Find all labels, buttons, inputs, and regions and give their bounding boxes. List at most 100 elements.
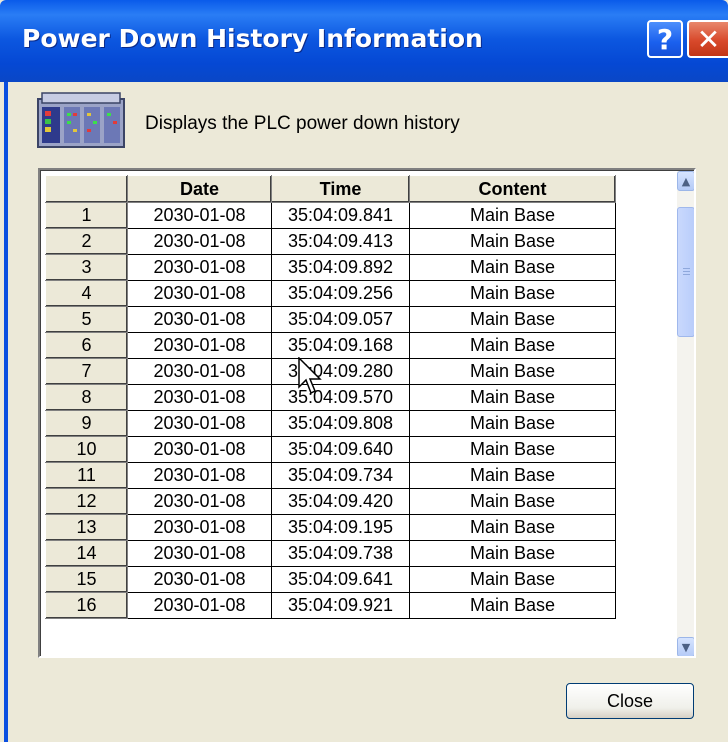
table-row[interactable]: 14 2030-01-08 35:04:09.738 Main Base <box>45 540 616 567</box>
table-row[interactable]: 2 2030-01-08 35:04:09.413 Main Base <box>45 228 616 255</box>
date-cell[interactable]: 2030-01-08 <box>127 228 272 255</box>
table-row[interactable]: 1 2030-01-08 35:04:09.841 Main Base <box>45 202 616 229</box>
time-cell[interactable]: 35:04:09.892 <box>271 254 410 281</box>
time-cell[interactable]: 35:04:09.168 <box>271 332 410 359</box>
content-cell[interactable]: Main Base <box>409 514 616 541</box>
content-cell[interactable]: Main Base <box>409 592 616 619</box>
mouse-pointer-icon <box>298 357 322 395</box>
time-cell[interactable]: 35:04:09.057 <box>271 306 410 333</box>
date-cell[interactable]: 2030-01-08 <box>127 384 272 411</box>
column-header-time[interactable]: Time <box>271 175 410 203</box>
row-index[interactable]: 7 <box>45 358 128 385</box>
date-cell[interactable]: 2030-01-08 <box>127 514 272 541</box>
row-index[interactable]: 9 <box>45 410 128 437</box>
history-table: Date Time Content 1 2030-01-08 35:04:09.84… <box>45 175 616 619</box>
table-row[interactable]: 9 2030-01-08 35:04:09.808 Main Base <box>45 410 616 437</box>
content-cell[interactable]: Main Base <box>409 384 616 411</box>
column-header-content[interactable]: Content <box>409 175 616 203</box>
content-cell[interactable]: Main Base <box>409 254 616 281</box>
time-cell[interactable]: 35:04:09.570 <box>271 384 410 411</box>
row-index[interactable]: 13 <box>45 514 128 541</box>
time-cell[interactable]: 35:04:09.808 <box>271 410 410 437</box>
close-window-button[interactable]: ✕ <box>687 20 728 58</box>
row-index[interactable]: 5 <box>45 306 128 333</box>
table-row[interactable]: 6 2030-01-08 35:04:09.168 Main Base <box>45 332 616 359</box>
help-button[interactable]: ? <box>647 20 683 58</box>
row-index[interactable]: 16 <box>45 592 128 619</box>
content-cell[interactable]: Main Base <box>409 436 616 463</box>
table-row[interactable]: 3 2030-01-08 35:04:09.892 Main Base <box>45 254 616 281</box>
row-index[interactable]: 8 <box>45 384 128 411</box>
date-cell[interactable]: 2030-01-08 <box>127 540 272 567</box>
time-cell[interactable]: 35:04:09.841 <box>271 202 410 229</box>
close-button[interactable]: Close <box>566 683 694 719</box>
content-cell[interactable]: Main Base <box>409 358 616 385</box>
time-cell[interactable]: 35:04:09.641 <box>271 566 410 593</box>
row-index[interactable]: 4 <box>45 280 128 307</box>
plc-rack-icon <box>37 92 125 148</box>
content-cell[interactable]: Main Base <box>409 228 616 255</box>
table-header-row: Date Time Content <box>45 175 616 203</box>
date-cell[interactable]: 2030-01-08 <box>127 436 272 463</box>
date-cell[interactable]: 2030-01-08 <box>127 592 272 619</box>
row-index[interactable]: 2 <box>45 228 128 255</box>
row-index[interactable]: 11 <box>45 462 128 489</box>
scroll-up-icon[interactable]: ▲ <box>677 171 694 191</box>
date-cell[interactable]: 2030-01-08 <box>127 462 272 489</box>
date-cell[interactable]: 2030-01-08 <box>127 566 272 593</box>
time-cell[interactable]: 35:04:09.420 <box>271 488 410 515</box>
date-cell[interactable]: 2030-01-08 <box>127 410 272 437</box>
time-cell[interactable]: 35:04:09.640 <box>271 436 410 463</box>
time-cell[interactable]: 35:04:09.738 <box>271 540 410 567</box>
table-row[interactable]: 5 2030-01-08 35:04:09.057 Main Base <box>45 306 616 333</box>
row-index[interactable]: 6 <box>45 332 128 359</box>
row-index[interactable]: 10 <box>45 436 128 463</box>
table-row[interactable]: 4 2030-01-08 35:04:09.256 Main Base <box>45 280 616 307</box>
scrollbar-thumb[interactable] <box>677 207 694 337</box>
table-row[interactable]: 11 2030-01-08 35:04:09.734 Main Base <box>45 462 616 489</box>
date-cell[interactable]: 2030-01-08 <box>127 306 272 333</box>
date-cell[interactable]: 2030-01-08 <box>127 202 272 229</box>
time-cell[interactable]: 35:04:09.280 <box>271 358 410 385</box>
table-row[interactable]: 7 2030-01-08 35:04:09.280 Main Base <box>45 358 616 385</box>
content-cell[interactable]: Main Base <box>409 566 616 593</box>
table-row[interactable]: 13 2030-01-08 35:04:09.195 Main Base <box>45 514 616 541</box>
scroll-down-icon[interactable]: ▼ <box>677 637 694 656</box>
time-cell[interactable]: 35:04:09.734 <box>271 462 410 489</box>
table-row[interactable]: 12 2030-01-08 35:04:09.420 Main Base <box>45 488 616 515</box>
history-grid[interactable]: Date Time Content 1 2030-01-08 35:04:09.84… <box>38 168 696 658</box>
table-row[interactable]: 10 2030-01-08 35:04:09.640 Main Base <box>45 436 616 463</box>
content-cell[interactable]: Main Base <box>409 306 616 333</box>
row-index[interactable]: 3 <box>45 254 128 281</box>
table-row[interactable]: 8 2030-01-08 35:04:09.570 Main Base <box>45 384 616 411</box>
time-cell[interactable]: 35:04:09.195 <box>271 514 410 541</box>
content-cell[interactable]: Main Base <box>409 202 616 229</box>
content-cell[interactable]: Main Base <box>409 280 616 307</box>
date-cell[interactable]: 2030-01-08 <box>127 254 272 281</box>
date-cell[interactable]: 2030-01-08 <box>127 332 272 359</box>
column-header-date[interactable]: Date <box>127 175 272 203</box>
table-row[interactable]: 15 2030-01-08 35:04:09.641 Main Base <box>45 566 616 593</box>
date-cell[interactable]: 2030-01-08 <box>127 488 272 515</box>
content-cell[interactable]: Main Base <box>409 332 616 359</box>
table-row[interactable]: 16 2030-01-08 35:04:09.921 Main Base <box>45 592 616 619</box>
row-index[interactable]: 15 <box>45 566 128 593</box>
content-cell[interactable]: Main Base <box>409 462 616 489</box>
time-cell[interactable]: 35:04:09.921 <box>271 592 410 619</box>
content-cell[interactable]: Main Base <box>409 540 616 567</box>
row-index[interactable]: 14 <box>45 540 128 567</box>
date-cell[interactable]: 2030-01-08 <box>127 358 272 385</box>
row-index[interactable]: 12 <box>45 488 128 515</box>
row-index[interactable]: 1 <box>45 202 128 229</box>
column-header-index[interactable] <box>45 175 128 203</box>
time-cell[interactable]: 35:04:09.256 <box>271 280 410 307</box>
window-title: Power Down History Information <box>22 24 483 53</box>
vertical-scrollbar[interactable]: ▲ ▼ <box>677 171 694 656</box>
dialog-description: Displays the PLC power down history <box>145 113 460 134</box>
date-cell[interactable]: 2030-01-08 <box>127 280 272 307</box>
table-body: 1 2030-01-08 35:04:09.841 Main Base 2 2030-01… <box>45 202 616 619</box>
content-cell[interactable]: Main Base <box>409 488 616 515</box>
content-cell[interactable]: Main Base <box>409 410 616 437</box>
time-cell[interactable]: 35:04:09.413 <box>271 228 410 255</box>
title-bar[interactable]: Power Down History Information ? ✕ <box>0 0 728 82</box>
